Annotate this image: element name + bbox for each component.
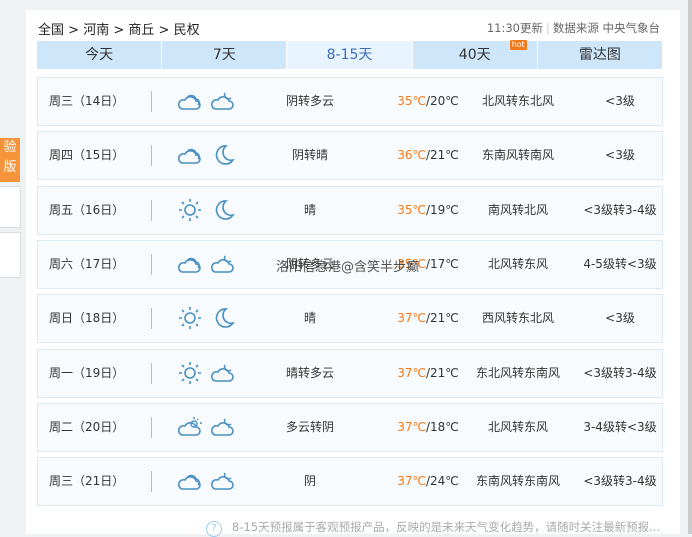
breadcrumb-item[interactable]: 河南 xyxy=(83,23,109,38)
day-label: 周三（21日） xyxy=(49,474,125,489)
wind-direction: 西风转东北风 xyxy=(481,311,554,326)
help-icon[interactable]: ? xyxy=(206,521,222,537)
day-label: 周六（17日） xyxy=(49,256,125,271)
wind-direction: 南风转北风 xyxy=(487,202,548,217)
wind-level: <3级 xyxy=(605,94,635,108)
divider xyxy=(151,253,152,275)
sun-icon xyxy=(179,198,201,221)
temperature: 37℃/18℃ xyxy=(397,419,459,434)
temperature: 35℃/19℃ xyxy=(397,202,459,217)
wind-level: <3级 xyxy=(605,148,635,163)
divider xyxy=(151,145,152,167)
temperature: 37℃/21℃ xyxy=(397,311,459,326)
tab-today[interactable]: 今天 xyxy=(37,41,162,69)
weather-text: 阴转晴 xyxy=(291,148,328,163)
divider xyxy=(151,308,152,330)
wind-level: 3-4级转<3级 xyxy=(583,419,657,434)
wind-direction: 北风转东风 xyxy=(487,256,548,271)
forecast-row: 周四（15日） 阴转晴 36℃/21℃ 东南风转南风 <3级 xyxy=(37,131,663,181)
sun-icon xyxy=(179,307,201,330)
cloudy-icon xyxy=(178,149,201,165)
source-info: 11:30更新 | 数据来源 中央气象台 xyxy=(486,21,660,35)
weather-text: 多云转阴 xyxy=(285,419,334,434)
wind-direction: 东北风转东南风 xyxy=(475,365,560,380)
divider xyxy=(151,471,152,493)
temperature: 37℃/24℃ xyxy=(397,474,459,489)
cloudy-night-icon xyxy=(211,418,234,436)
footer-note: ? 8-15天预报属于客观预报产品，反映的是未来天气变化趋势，请随时关注最新预报.… xyxy=(206,519,660,537)
day-label: 周二（20日） xyxy=(49,419,125,434)
moon-icon xyxy=(215,145,235,166)
divider xyxy=(151,91,152,112)
cloudy-night-icon xyxy=(211,255,234,273)
forecast-row: 周五（16日） 晴 35℃/19℃ 南风转北风 <3级转3-4级 xyxy=(37,185,663,235)
wind-level: <3级 xyxy=(605,311,635,326)
watermark: 洛阳信息港@含笑半步癫 xyxy=(276,260,420,275)
temperature: 36℃/21℃ xyxy=(397,148,459,163)
day-label: 周五（16日） xyxy=(49,202,125,217)
cloudy-icon xyxy=(178,257,201,273)
divider xyxy=(151,362,152,384)
weather-text: 晴 xyxy=(303,311,316,326)
moon-icon xyxy=(215,199,235,220)
partly-cloudy-icon xyxy=(178,416,202,436)
scrollbar[interactable] xyxy=(688,0,692,534)
forecast-row: 周一（19日） 晴转多云 37℃/21℃ 东北风转东南风 <3级转3-4级 xyxy=(37,348,663,398)
wind-direction: 东南风转东南风 xyxy=(475,474,560,489)
wind-level: <3级转3-4级 xyxy=(583,365,657,380)
cloudy-night-icon xyxy=(211,472,234,490)
side-feedback-tab[interactable]: 验版 xyxy=(0,138,20,182)
tab-radar[interactable]: 雷达图 xyxy=(537,41,663,69)
breadcrumb-item[interactable]: 全国 xyxy=(38,23,64,38)
tab-bar: 今天 7天 8-15天 40天 hot 雷达图 xyxy=(37,40,663,69)
temperature: 37℃/21℃ xyxy=(397,365,459,380)
breadcrumb-item[interactable]: 商丘 xyxy=(128,23,154,38)
wind-direction: 北风转东北风 xyxy=(481,94,554,108)
wind-level: <3级转3-4级 xyxy=(583,202,657,217)
cloudy-icon xyxy=(178,94,201,110)
divider xyxy=(151,199,152,221)
weather-text: 阴转多云 xyxy=(285,94,334,108)
weather-text: 阴 xyxy=(303,474,316,489)
cloudy-icon xyxy=(178,474,201,490)
forecast-row: 周三（14日） 阴转多云 35℃/20℃ 北风转东北风 <3级 xyxy=(37,77,663,126)
forecast-row: 周二（20日） 多云转阴 37℃/18℃ 北风转东风 3-4级转<3级 xyxy=(37,402,663,452)
breadcrumb: 全国 > 河南 > 商丘 > 民权 xyxy=(38,23,200,38)
wind-level: <3级转3-4级 xyxy=(583,474,657,489)
side-button[interactable] xyxy=(0,186,21,228)
hot-badge: hot xyxy=(509,40,527,50)
weather-text: 晴转多云 xyxy=(285,365,334,380)
breadcrumb-item: 民权 xyxy=(173,23,200,38)
day-label: 周日（18日） xyxy=(49,311,125,326)
temperature: 35℃/20℃ xyxy=(397,94,459,108)
forecast-row: 周三（21日） 阴 37℃/24℃ 东南风转东南风 <3级转3-4级 xyxy=(37,457,663,507)
day-label: 周三（14日） xyxy=(49,94,125,108)
wind-direction: 东南风转南风 xyxy=(481,148,554,163)
tab-7days[interactable]: 7天 xyxy=(162,41,287,69)
day-label: 周四（15日） xyxy=(49,148,125,163)
cloudy-night-icon xyxy=(211,92,234,110)
moon-icon xyxy=(215,308,235,328)
wind-direction: 北风转东风 xyxy=(487,419,548,434)
wind-level: 4-5级转<3级 xyxy=(583,256,657,271)
side-collapse-button[interactable] xyxy=(0,232,21,278)
sun-icon xyxy=(179,361,201,384)
weather-text: 晴 xyxy=(303,202,316,217)
tab-8-15days[interactable]: 8-15天 xyxy=(287,41,412,69)
day-label: 周一（19日） xyxy=(49,365,125,380)
tab-40days[interactable]: 40天 hot xyxy=(412,40,537,69)
cloudy-night-icon xyxy=(211,364,234,382)
divider xyxy=(151,416,152,438)
forecast-row: 周日（18日） 晴 37℃/21℃ 西风转东北风 <3级 xyxy=(37,294,663,344)
